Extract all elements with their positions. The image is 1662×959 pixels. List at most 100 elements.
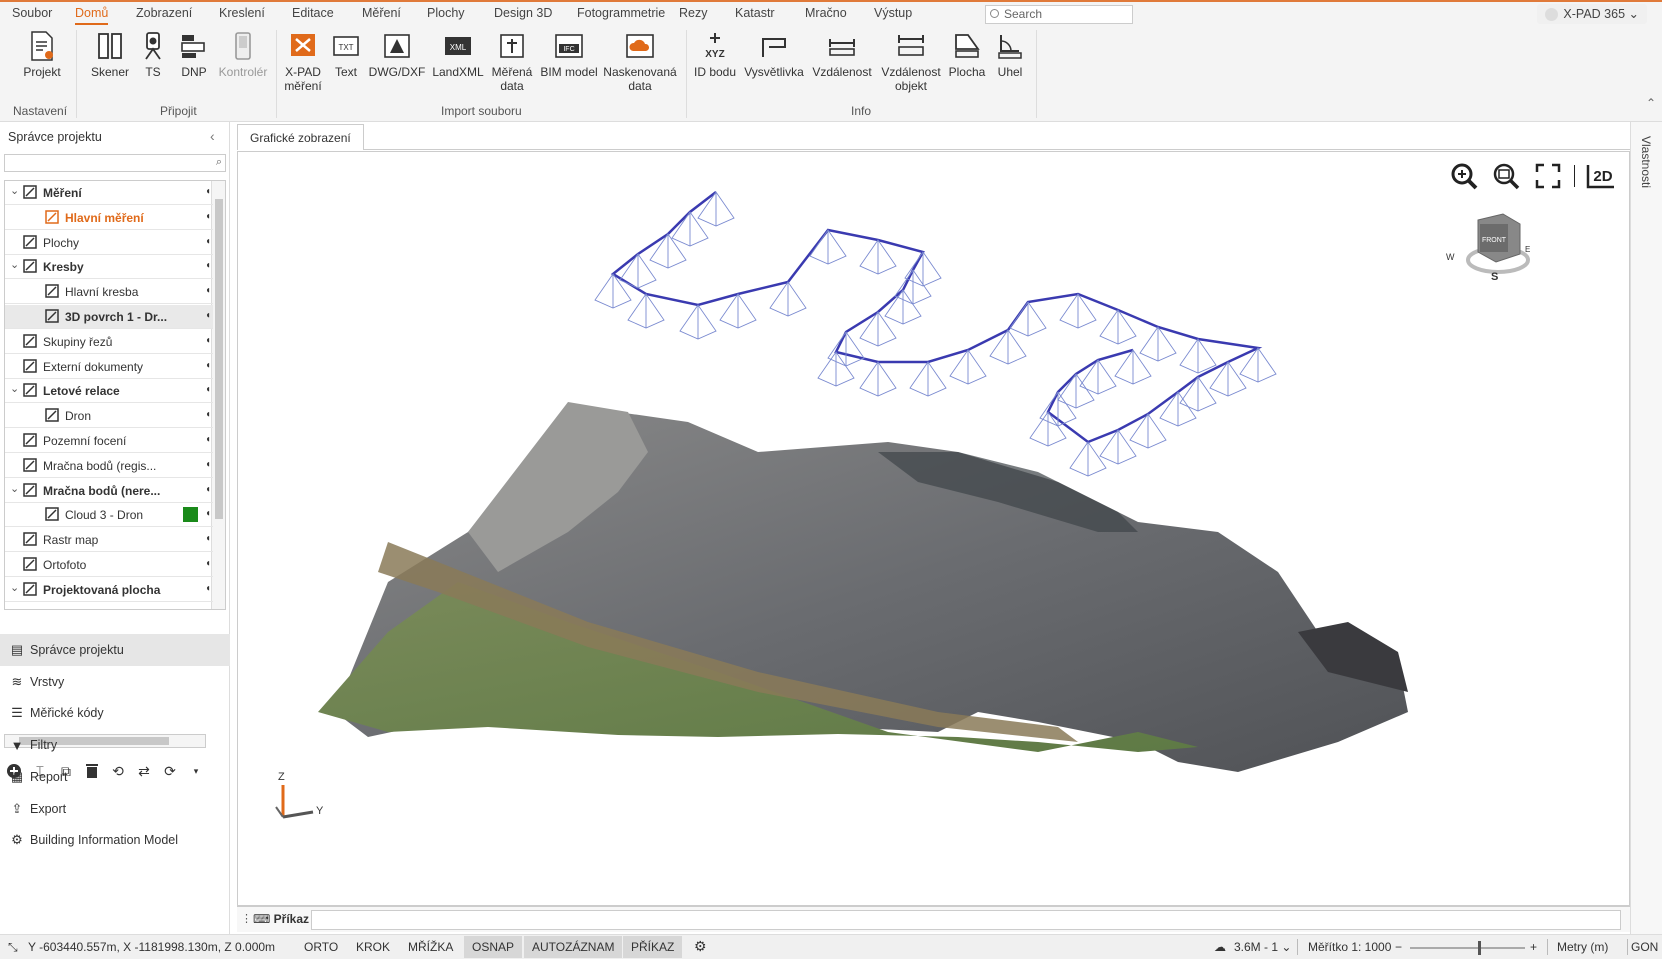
- dwg-button[interactable]: DWG/DXF: [368, 30, 426, 79]
- skener-button[interactable]: Skener: [90, 30, 130, 79]
- nav-item[interactable]: ▦ Report: [0, 761, 230, 793]
- tree-filter-input[interactable]: ⌕: [4, 154, 226, 172]
- menu-vystup[interactable]: Výstup: [874, 6, 912, 20]
- command-input[interactable]: [311, 910, 1621, 930]
- view-cube[interactable]: FRONT W E S: [1446, 213, 1530, 283]
- xpad-mereni-button[interactable]: X-PAD měření: [282, 30, 324, 93]
- tree-item[interactable]: Dron ◖: [5, 404, 213, 429]
- visibility-icon[interactable]: ◖: [205, 236, 211, 247]
- menu-editace[interactable]: Editace: [292, 6, 334, 20]
- visibility-icon[interactable]: ◖: [205, 211, 211, 222]
- view-mode-toggle[interactable]: 2D: [1585, 160, 1617, 192]
- visibility-icon[interactable]: ◖: [205, 583, 211, 594]
- tree-item[interactable]: Hlavní kresba ◖: [5, 280, 213, 305]
- properties-tab[interactable]: Vlastnosti: [1639, 136, 1653, 188]
- menu-domu[interactable]: Domů: [75, 6, 109, 25]
- toggle-orto[interactable]: ORTO: [296, 936, 346, 958]
- menu-mereni[interactable]: Měření: [362, 6, 401, 20]
- visibility-icon[interactable]: ◖: [205, 384, 211, 395]
- tree-scrollbar[interactable]: [211, 181, 225, 609]
- visibility-icon[interactable]: ◖: [205, 484, 211, 495]
- zoom-in-button[interactable]: +: [1530, 940, 1537, 954]
- cloud-count[interactable]: 3.6M - 1 ⌄: [1234, 940, 1291, 954]
- kontroler-button[interactable]: Kontrolér: [216, 30, 270, 79]
- vysvetlivka-button[interactable]: Vysvětlivka: [742, 30, 806, 79]
- tree-item[interactable]: 3D povrch 1 - Dr... ◖: [5, 305, 213, 329]
- nav-item[interactable]: ⇪ Export: [0, 793, 230, 825]
- product-menu[interactable]: X-PAD 365 ⌄: [1537, 4, 1647, 24]
- scroll-thumb[interactable]: [215, 199, 223, 519]
- landxml-button[interactable]: XML LandXML: [430, 30, 486, 79]
- menu-kresleni[interactable]: Kreslení: [219, 6, 265, 20]
- visibility-icon[interactable]: ◖: [205, 558, 211, 569]
- tree-item[interactable]: Plochy ◖: [5, 231, 213, 255]
- nav-item[interactable]: ☰ Měřické kódy: [0, 697, 230, 729]
- tree-item[interactable]: ⌄ Letové relace ◖: [5, 379, 213, 404]
- scale-slider[interactable]: [1410, 941, 1525, 955]
- visibility-icon[interactable]: ◖: [205, 260, 211, 271]
- projekt-button[interactable]: Projekt: [20, 30, 64, 79]
- menu-fotogrammetrie[interactable]: Fotogrammetrie: [577, 6, 665, 20]
- angle-units-label[interactable]: GON: [1631, 940, 1658, 954]
- tree-item[interactable]: Rastr map ◖: [5, 528, 213, 553]
- tree-item[interactable]: Pozemní focení ◖: [5, 429, 213, 453]
- uhel-button[interactable]: Uhel: [990, 30, 1030, 79]
- merena-data-button[interactable]: Měřená data: [490, 30, 534, 93]
- visibility-icon[interactable]: ◖: [205, 186, 211, 197]
- tree-item[interactable]: Hlavní měření ◖: [5, 206, 213, 230]
- scale-slider-thumb[interactable]: [1478, 941, 1481, 955]
- settings-gear-icon[interactable]: ⚙: [694, 938, 707, 955]
- menu-plochy[interactable]: Plochy: [427, 6, 465, 20]
- text-button[interactable]: TXT Text: [330, 30, 362, 79]
- visibility-icon[interactable]: ◖: [205, 459, 211, 470]
- toggle-autozaznam[interactable]: AUTOZÁZNAM: [524, 936, 623, 958]
- tree-item[interactable]: ⌄ Kresby ◖: [5, 255, 213, 280]
- visibility-icon[interactable]: ◖: [205, 310, 211, 321]
- tree-item[interactable]: Cloud 3 - Dron ◖: [5, 503, 213, 528]
- visibility-icon[interactable]: ◖: [205, 409, 211, 420]
- visibility-icon[interactable]: ◖: [205, 285, 211, 296]
- tree-item[interactable]: ⌄ Projektovaná plocha ◖: [5, 578, 213, 602]
- tree-item[interactable]: Mračna bodů (regis... ◖: [5, 454, 213, 478]
- tree-item[interactable]: Ortofoto ◖: [5, 553, 213, 577]
- visibility-icon[interactable]: ◖: [205, 335, 211, 346]
- visibility-icon[interactable]: ◖: [205, 360, 211, 371]
- zoom-in-icon[interactable]: [1448, 160, 1480, 192]
- color-swatch[interactable]: [183, 507, 198, 523]
- nav-item[interactable]: ⚙ Building Information Model: [0, 824, 230, 856]
- collapse-panel-icon[interactable]: ‹: [210, 128, 215, 144]
- menu-mracno[interactable]: Mračno: [805, 6, 847, 20]
- menu-soubor[interactable]: Soubor: [12, 6, 52, 20]
- tree-item[interactable]: ⌄ Měření ◖: [5, 181, 213, 205]
- ts-button[interactable]: TS: [138, 30, 168, 79]
- tree-item[interactable]: Skupiny řezů ◖: [5, 330, 213, 354]
- toggle-osnap[interactable]: OSNAP: [464, 936, 523, 958]
- visibility-icon[interactable]: ◖: [205, 508, 211, 519]
- chevron-down-icon[interactable]: ⌄: [10, 482, 19, 495]
- menu-zobrazeni[interactable]: Zobrazení: [136, 6, 192, 20]
- dnp-button[interactable]: DNP: [178, 30, 210, 79]
- properties-sidebar[interactable]: Vlastnosti: [1630, 122, 1662, 934]
- toggle-krok[interactable]: KROK: [348, 936, 398, 958]
- scene-canvas[interactable]: Z Y FRONT W E S: [238, 152, 1630, 906]
- chevron-down-icon[interactable]: ⌄: [10, 581, 19, 594]
- visibility-icon[interactable]: ◖: [205, 533, 211, 544]
- visibility-icon[interactable]: ◖: [205, 434, 211, 445]
- chevron-down-icon[interactable]: ⌄: [10, 382, 19, 395]
- vzdalenost-objekt-button[interactable]: Vzdálenost objekt: [876, 30, 946, 93]
- collapse-ribbon-icon[interactable]: ⌃: [1646, 96, 1656, 110]
- tree-item[interactable]: ⌄ Mračna bodů (nere... ◖: [5, 479, 213, 503]
- menu-design3d[interactable]: Design 3D: [494, 6, 552, 20]
- zoom-extents-icon[interactable]: [1532, 160, 1564, 192]
- menu-rezy[interactable]: Rezy: [679, 6, 707, 20]
- id-bodu-button[interactable]: XYZ ID bodu: [692, 30, 738, 79]
- zoom-window-icon[interactable]: [1490, 160, 1522, 192]
- bim-button[interactable]: IFC BIM model: [538, 30, 600, 79]
- tab-graficke-zobrazeni[interactable]: Grafické zobrazení: [237, 124, 364, 150]
- menu-katastr[interactable]: Katastr: [735, 6, 775, 20]
- plocha-button[interactable]: Plocha: [948, 30, 986, 79]
- zoom-out-button[interactable]: −: [1395, 940, 1402, 954]
- search-input[interactable]: Search: [985, 5, 1133, 24]
- units-label[interactable]: Metry (m): [1557, 940, 1608, 954]
- nav-item[interactable]: ▤ Správce projektu: [0, 634, 230, 666]
